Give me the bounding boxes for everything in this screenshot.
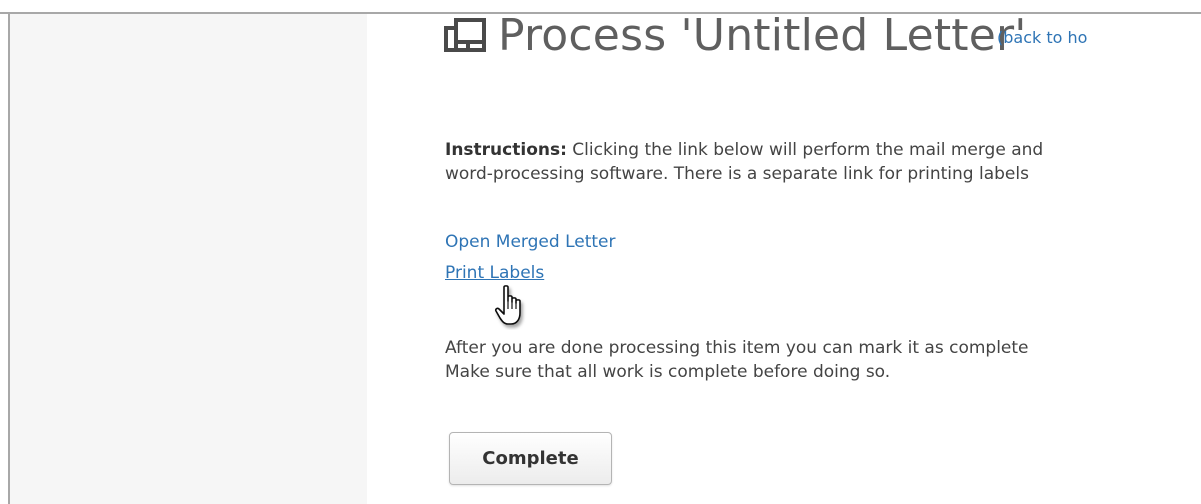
back-to-home-link[interactable]: (back to ho <box>997 28 1087 47</box>
main-content: Process 'Untitled Letter' (back to ho In… <box>367 14 1201 504</box>
instructions-text: Instructions: Clicking the link below wi… <box>445 138 1201 186</box>
instructions-label: Instructions: <box>445 140 567 160</box>
windows-icon <box>444 18 486 54</box>
sidebar <box>10 14 367 504</box>
complete-button[interactable]: Complete <box>449 432 612 485</box>
open-merged-letter-link[interactable]: Open Merged Letter <box>445 232 615 252</box>
instructions-line-2: word-processing software. There is a sep… <box>445 164 1029 184</box>
print-labels-link[interactable]: Print Labels <box>445 263 544 283</box>
hand-pointer-cursor-icon <box>494 284 534 330</box>
completion-note: After you are done processing this item … <box>445 336 1201 384</box>
page-title: Process 'Untitled Letter' <box>498 14 1027 61</box>
app-frame: Process 'Untitled Letter' (back to ho In… <box>0 0 1201 504</box>
instructions-line-1: Clicking the link below will perform the… <box>566 140 1044 160</box>
completion-note-line-2: Make sure that all work is complete befo… <box>445 362 891 382</box>
completion-note-line-1: After you are done processing this item … <box>445 338 1029 358</box>
